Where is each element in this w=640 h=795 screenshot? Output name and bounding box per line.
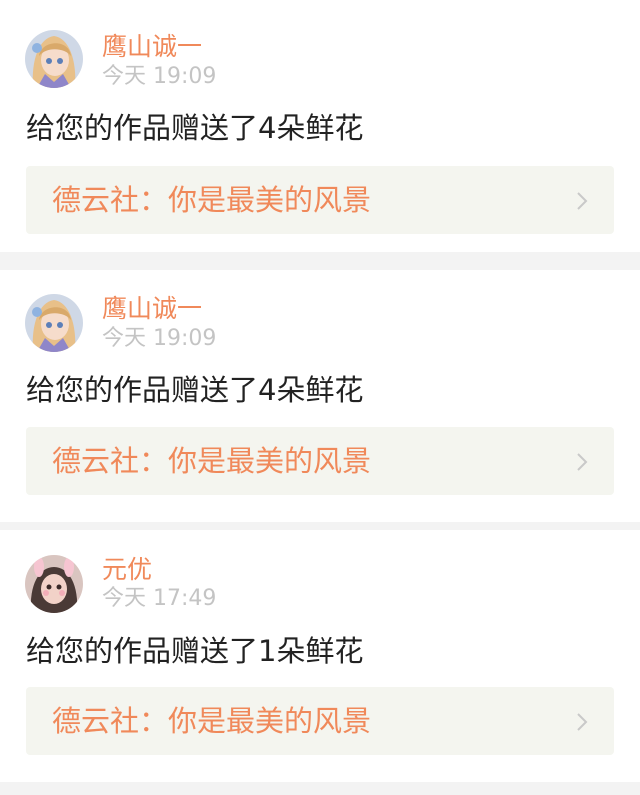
notification-card: 元优 今天 17:49 给您的作品赠送了1朵鲜花 德云社：你是最美的风景 [0,530,640,782]
work-link[interactable]: 德云社：你是最美的风景 [26,687,614,755]
gift-message: 给您的作品赠送了4朵鲜花 [26,373,364,407]
timestamp: 今天 19:09 [102,326,217,351]
username[interactable]: 元优 [102,555,152,585]
work-link[interactable]: 德云社：你是最美的风景 [26,166,614,234]
chevron-right-icon [576,191,588,211]
notification-card: 鹰山诚一 今天 19:09 给您的作品赠送了4朵鲜花 德云社：你是最美的风景 [0,0,640,252]
gift-message: 给您的作品赠送了4朵鲜花 [26,111,364,145]
timestamp: 今天 19:09 [102,64,217,89]
anime-girl-avatar-icon [25,30,83,88]
gift-message: 给您的作品赠送了1朵鲜花 [26,634,364,668]
timestamp: 今天 17:49 [102,586,217,611]
notification-card: 鹰山诚一 今天 19:09 给您的作品赠送了4朵鲜花 德云社：你是最美的风景 [0,270,640,522]
avatar[interactable] [25,30,83,88]
avatar[interactable] [25,294,83,352]
chevron-right-icon [576,452,588,472]
username[interactable]: 鹰山诚一 [102,32,202,62]
work-title: 德云社：你是最美的风景 [52,704,372,738]
anime-girl-avatar-icon [25,294,83,352]
selfie-bunny-filter-avatar-icon [25,555,83,613]
work-title: 德云社：你是最美的风景 [52,183,372,217]
chevron-right-icon [576,712,588,732]
username[interactable]: 鹰山诚一 [102,294,202,324]
work-link[interactable]: 德云社：你是最美的风景 [26,427,614,495]
avatar[interactable] [25,555,83,613]
work-title: 德云社：你是最美的风景 [52,444,372,478]
notification-feed: 鹰山诚一 今天 19:09 给您的作品赠送了4朵鲜花 德云社：你是最美的风景 鹰… [0,0,640,795]
